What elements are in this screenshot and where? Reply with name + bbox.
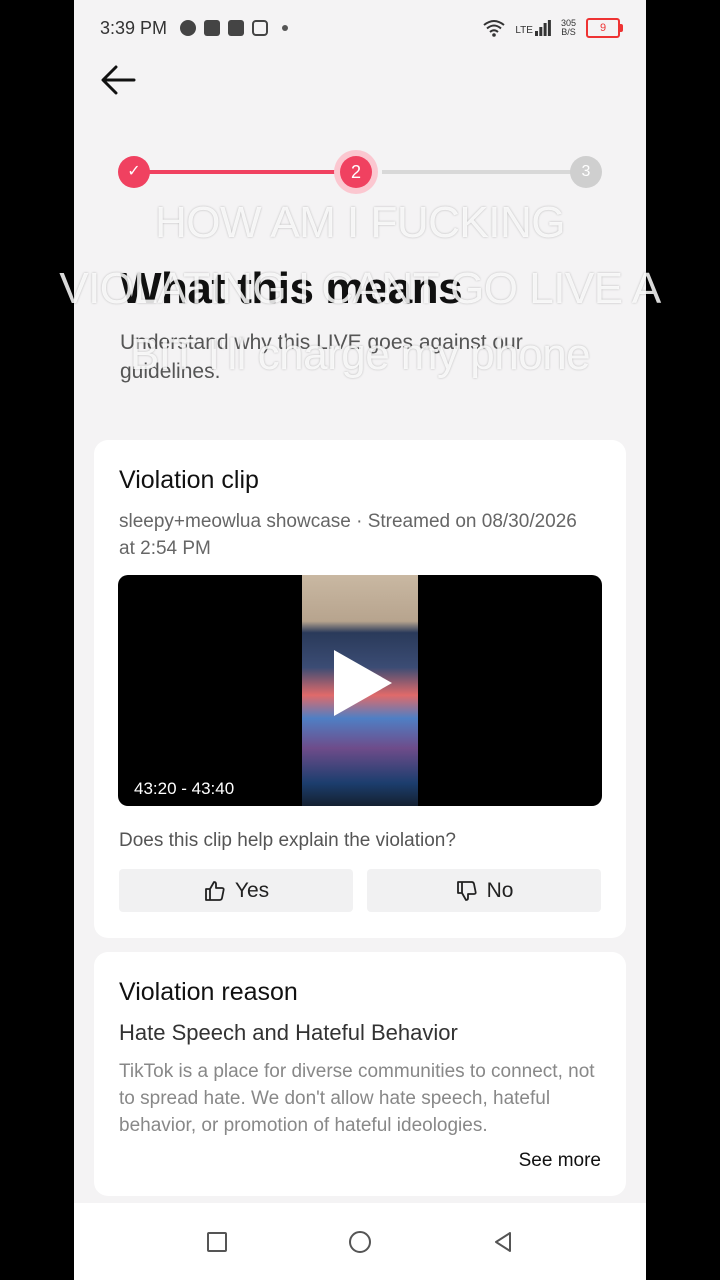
stepper-line-pending: [382, 170, 586, 174]
step-1-complete: ✓: [118, 156, 150, 188]
thumbs-up-icon: [204, 880, 225, 901]
progress-stepper: ✓ 2 3: [118, 150, 602, 194]
violation-reason-card: Violation reason Hate Speech and Hateful…: [94, 952, 626, 1196]
chat-notification-icon: [180, 20, 196, 36]
status-bar: 3:39 PM LTE 305 B/S 9: [74, 0, 646, 58]
phone-screen: 3:39 PM LTE 305 B/S 9 ✓ 2 3 What this me…: [74, 0, 646, 1280]
play-icon[interactable]: [334, 650, 392, 716]
back-nav-icon[interactable]: [491, 1230, 515, 1254]
system-icons: LTE 305 B/S 9: [483, 18, 623, 38]
more-notifications-dot-icon: [282, 25, 288, 31]
step-2-current: 2: [334, 150, 378, 194]
yes-feedback-button[interactable]: Yes: [119, 869, 353, 912]
no-label: No: [486, 878, 514, 902]
app-notification-icon: [204, 20, 220, 36]
clip-timestamp: 43:20 - 43:40: [134, 779, 235, 798]
stepper-line-completed: [134, 170, 360, 174]
violation-clip-card: Violation clip sleepy+meowlua showcase ·…: [94, 440, 626, 938]
signal-icon: LTE: [515, 20, 551, 36]
violation-video-player[interactable]: 43:20 - 43:40: [118, 575, 602, 806]
yes-label: Yes: [234, 878, 270, 902]
back-arrow-icon[interactable]: [100, 62, 140, 98]
signal-bars-icon: [534, 20, 551, 36]
app-notification-icon: [228, 20, 244, 36]
page-subtitle: Understand why this LIVE goes against ou…: [120, 331, 523, 383]
clip-stream-info: sleepy+meowlua showcase · Streamed on 08…: [119, 511, 577, 559]
status-time: 3:39 PM: [100, 18, 168, 38]
see-more-link[interactable]: See more: [519, 1150, 601, 1172]
reason-card-title: Violation reason: [119, 978, 298, 1006]
reason-description: TikTok is a place for diverse communitie…: [119, 1061, 595, 1136]
speed-unit: B/S: [561, 27, 576, 37]
recent-apps-icon[interactable]: [205, 1230, 229, 1254]
network-type: LTE: [515, 25, 533, 36]
network-speed: 305 B/S: [561, 19, 576, 37]
battery-icon: 9: [586, 18, 623, 38]
feedback-question: Does this clip help explain the violatio…: [119, 830, 456, 851]
step-3-pending: 3: [570, 156, 602, 188]
page-title: What this means: [120, 264, 463, 313]
no-feedback-button[interactable]: No: [367, 869, 601, 912]
instagram-icon: [252, 20, 268, 36]
wifi-icon: [483, 20, 505, 37]
clip-card-title: Violation clip: [119, 466, 259, 494]
home-icon[interactable]: [348, 1230, 372, 1254]
step-2-label: 2: [340, 156, 372, 188]
notification-icons: [180, 20, 288, 36]
system-navigation-bar: [74, 1203, 646, 1280]
thumbs-down-icon: [456, 880, 477, 901]
reason-category: Hate Speech and Hateful Behavior: [119, 1020, 458, 1045]
